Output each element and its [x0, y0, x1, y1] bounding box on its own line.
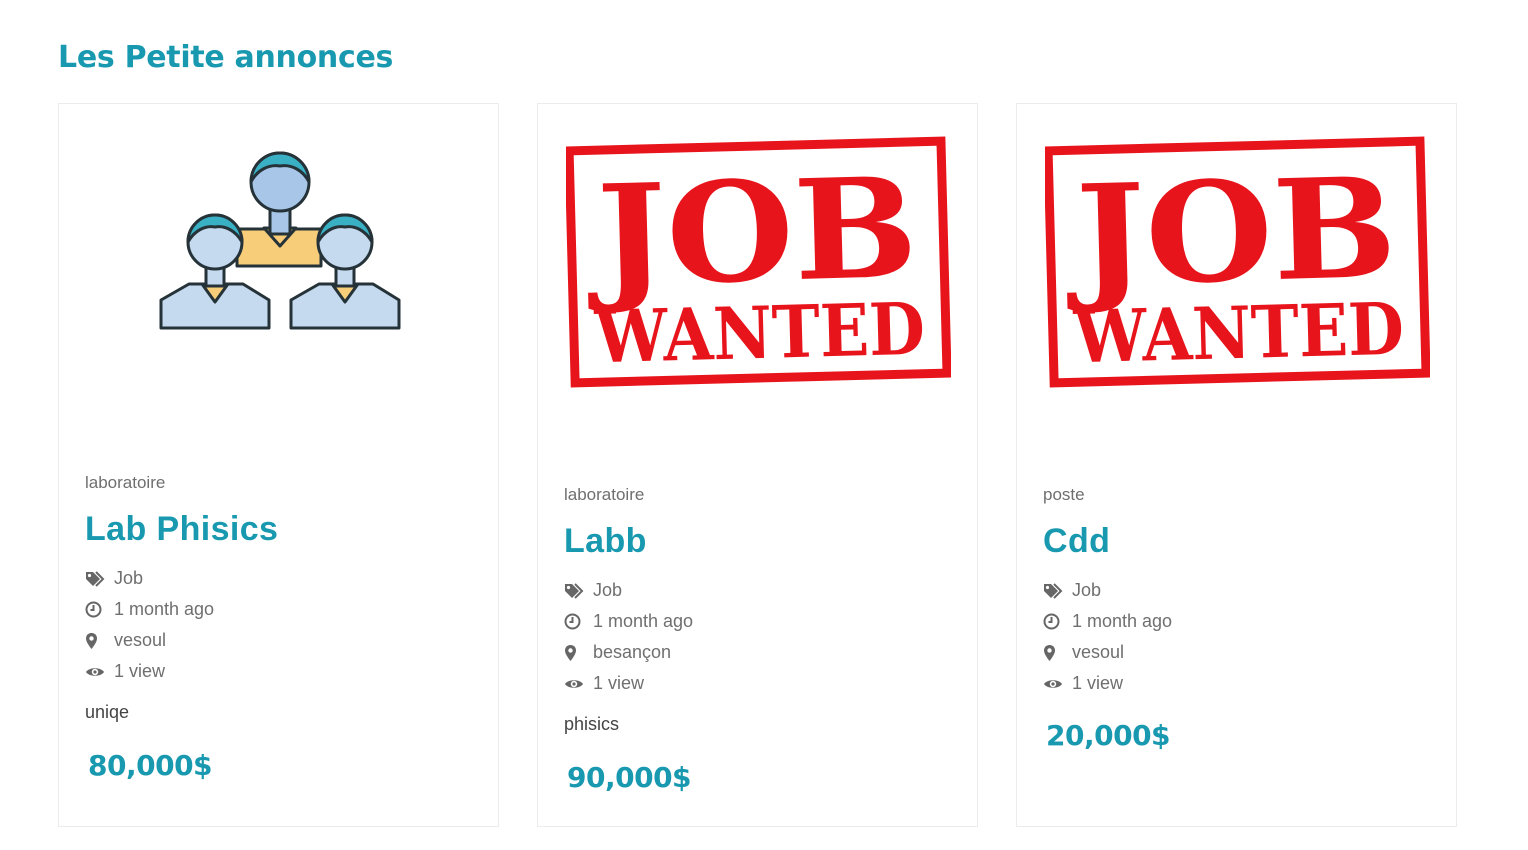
listing-category: laboratoire: [85, 473, 166, 492]
listing-price: 90,000$: [567, 761, 692, 794]
listing-views: 1 view: [1043, 668, 1436, 699]
listing-image[interactable]: JOB WANTED: [538, 104, 977, 476]
listing-views: 1 view: [85, 656, 478, 687]
listing-type: Job: [85, 563, 478, 594]
listing-posted: 1 month ago: [564, 606, 957, 637]
listing-location: besançon: [564, 637, 957, 668]
clock-icon: [1043, 613, 1072, 630]
map-marker-icon: [1043, 644, 1072, 662]
listing-price: 80,000$: [88, 749, 213, 782]
job-wanted-stamp: JOB WANTED: [1043, 132, 1431, 388]
job-wanted-stamp: JOB WANTED: [564, 132, 952, 388]
stamp-line2: WANTED: [1072, 286, 1405, 380]
listing-type: Job: [1043, 575, 1436, 606]
listing-card[interactable]: laboratoire Lab Phisics Job 1 month ago …: [58, 103, 499, 827]
listing-description: uniqe: [85, 702, 130, 722]
listing-category: poste: [1043, 485, 1085, 504]
clock-icon: [85, 601, 114, 618]
listing-type: Job: [564, 575, 957, 606]
listing-location: vesoul: [1043, 637, 1436, 668]
eye-icon: [85, 665, 114, 679]
listing-posted: 1 month ago: [1043, 606, 1436, 637]
listing-title[interactable]: Cdd: [1043, 522, 1436, 560]
stamp-line2: WANTED: [593, 286, 926, 380]
clock-icon: [564, 613, 593, 630]
eye-icon: [564, 677, 593, 691]
map-marker-icon: [564, 644, 593, 662]
listing-category: laboratoire: [564, 485, 645, 504]
listing-card[interactable]: JOB WANTED laboratoire Labb Job 1 month …: [537, 103, 978, 827]
eye-icon: [1043, 677, 1072, 691]
listing-image[interactable]: JOB WANTED: [1017, 104, 1456, 476]
map-marker-icon: [85, 632, 114, 650]
listing-card[interactable]: JOB WANTED poste Cdd Job 1 month ago ves…: [1016, 103, 1457, 827]
listing-title[interactable]: Lab Phisics: [85, 510, 478, 548]
listing-price: 20,000$: [1046, 719, 1171, 752]
tags-icon: [85, 570, 114, 587]
tags-icon: [1043, 582, 1072, 599]
tags-icon: [564, 582, 593, 599]
listing-title[interactable]: Labb: [564, 522, 957, 560]
listing-posted: 1 month ago: [85, 594, 478, 625]
team-icon: [159, 151, 401, 330]
listing-image[interactable]: [59, 104, 498, 464]
listing-location: vesoul: [85, 625, 478, 656]
page-title: Les Petite annonces: [58, 40, 394, 75]
listing-views: 1 view: [564, 668, 957, 699]
listing-description: phisics: [564, 714, 620, 734]
